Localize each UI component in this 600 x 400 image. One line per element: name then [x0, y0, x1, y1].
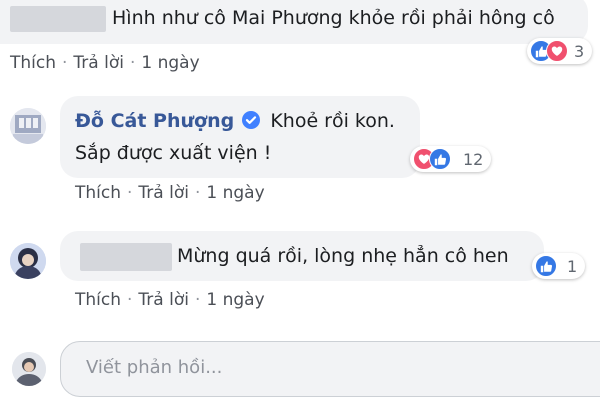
timestamp-link[interactable]: 1 ngày: [141, 53, 199, 73]
separator-dot: ·: [62, 53, 68, 73]
like-link[interactable]: Thích: [75, 183, 121, 203]
comment-text-3: Mừng quá rồi, lòng nhẹ hẳn cô hen: [177, 245, 509, 267]
verified-badge-icon: [242, 111, 261, 129]
comment-line-1: Đỗ Cát Phượng Khoẻ rồi kon.: [75, 108, 395, 134]
reaction-count: 3: [574, 41, 585, 61]
reply-link[interactable]: Trả lời: [138, 183, 189, 203]
commenter-name-redacted: [80, 243, 172, 271]
avatar-commenter[interactable]: [10, 243, 46, 279]
comment-actions-1: Thích · Trả lời · 1 ngày: [10, 53, 200, 73]
like-reaction-icon: [429, 148, 451, 170]
avatar-current-user[interactable]: [12, 352, 46, 386]
reply-link[interactable]: Trả lời: [73, 53, 124, 73]
comment-text-2a: Khoẻ rồi kon.: [270, 110, 395, 132]
like-reaction-icon: [535, 255, 557, 277]
author-name-link[interactable]: Đỗ Cát Phượng: [75, 110, 234, 132]
timestamp-link[interactable]: 1 ngày: [206, 290, 264, 310]
love-reaction-icon: [546, 40, 568, 62]
separator-dot: ·: [127, 183, 133, 203]
reaction-count: 12: [463, 149, 484, 169]
comment-text-1: Hình như cô Mai Phương khỏe rồi phải hôn…: [112, 7, 555, 29]
separator-dot: ·: [194, 290, 201, 310]
comment-text-2b: Sắp được xuất viện !: [75, 142, 272, 164]
reaction-count: 1: [567, 256, 578, 276]
reply-input-placeholder: Viết phản hồi...: [86, 357, 223, 378]
separator-dot: ·: [127, 290, 133, 310]
comment-actions-3: Thích · Trả lời · 1 ngày: [75, 290, 265, 310]
separator-dot: ·: [129, 53, 136, 73]
reaction-summary-3[interactable]: 1: [532, 253, 586, 279]
reaction-summary-2[interactable]: 12: [410, 146, 492, 172]
commenter-name-redacted: [10, 6, 106, 32]
like-link[interactable]: Thích: [75, 290, 121, 310]
comment-actions-2: Thích · Trả lời · 1 ngày: [75, 183, 265, 203]
like-link[interactable]: Thích: [10, 53, 56, 73]
timestamp-link[interactable]: 1 ngày: [206, 183, 264, 203]
separator-dot: ·: [194, 183, 201, 203]
reaction-summary-1[interactable]: 3: [527, 38, 593, 64]
avatar-author[interactable]: [10, 108, 46, 144]
reply-link[interactable]: Trả lời: [138, 290, 189, 310]
